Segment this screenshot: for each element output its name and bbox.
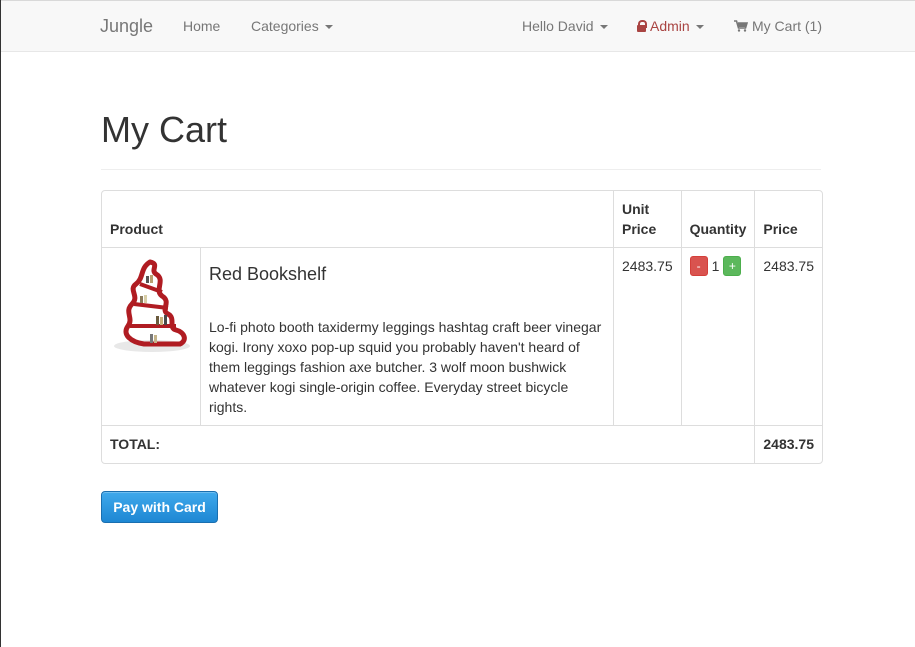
nav-categories-label: Categories bbox=[251, 18, 319, 34]
total-label: TOTAL: bbox=[102, 426, 756, 463]
title-divider bbox=[101, 169, 821, 170]
brand-link[interactable]: Jungle bbox=[100, 1, 153, 52]
total-value: 2483.75 bbox=[763, 436, 814, 452]
header-product: Product bbox=[102, 191, 614, 248]
nav-admin-label: Admin bbox=[650, 18, 690, 34]
caret-down-icon bbox=[695, 25, 704, 30]
quantity-value: 1 bbox=[711, 258, 720, 274]
quantity-cell: - 1 + bbox=[681, 248, 756, 426]
nav-cart-link[interactable]: My Cart (1) bbox=[734, 1, 822, 52]
product-image-cell bbox=[102, 248, 201, 426]
quantity-stepper: - 1 + bbox=[689, 256, 747, 276]
nav-home-link[interactable]: Home bbox=[183, 1, 220, 52]
lock-icon bbox=[637, 20, 647, 32]
nav-cart-label: My Cart (1) bbox=[752, 18, 822, 34]
nav-categories-dropdown[interactable]: Categories bbox=[251, 1, 333, 52]
product-image[interactable] bbox=[110, 256, 192, 356]
pay-with-card-button[interactable]: Pay with Card bbox=[101, 491, 218, 523]
nav-user-dropdown[interactable]: Hello David bbox=[522, 1, 608, 52]
shopping-cart-icon bbox=[734, 20, 748, 32]
nav-user-label: Hello David bbox=[522, 18, 594, 34]
top-navbar: Jungle Home Categories Hello David Admin… bbox=[1, 0, 915, 52]
header-price: Price bbox=[755, 191, 822, 248]
nav-admin-dropdown[interactable]: Admin bbox=[637, 1, 704, 52]
caret-down-icon bbox=[324, 25, 333, 30]
product-info-cell: Red Bookshelf Lo-fi photo booth taxiderm… bbox=[201, 248, 614, 426]
increase-quantity-button[interactable]: + bbox=[723, 256, 742, 276]
header-quantity: Quantity bbox=[681, 191, 756, 248]
table-row: Red Bookshelf Lo-fi photo booth taxiderm… bbox=[102, 248, 822, 426]
price-cell: 2483.75 bbox=[755, 248, 822, 426]
header-unit-price: Unit Price bbox=[614, 191, 682, 248]
caret-down-icon bbox=[599, 25, 608, 30]
page-title: My Cart bbox=[101, 109, 227, 150]
product-description: Lo-fi photo booth taxidermy leggings has… bbox=[209, 319, 602, 415]
product-name[interactable]: Red Bookshelf bbox=[209, 262, 605, 286]
cart-table: Product Unit Price Quantity Price Red Bo… bbox=[101, 190, 823, 464]
unit-price-cell: 2483.75 bbox=[614, 248, 682, 426]
table-header-row: Product Unit Price Quantity Price bbox=[102, 191, 822, 248]
decrease-quantity-button[interactable]: - bbox=[689, 256, 708, 276]
total-row: TOTAL: 2483.75 bbox=[102, 426, 822, 463]
